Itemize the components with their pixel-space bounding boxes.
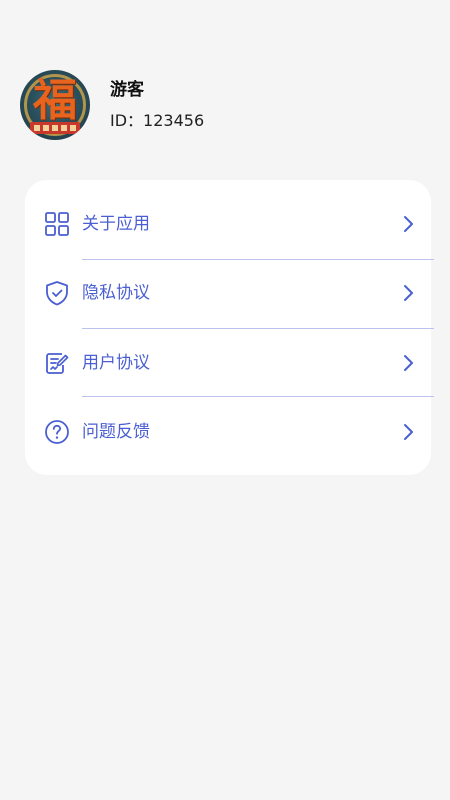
menu-item-label: 用户协议 bbox=[82, 353, 150, 373]
menu-item-privacy-policy[interactable]: 隐私协议 bbox=[25, 268, 431, 318]
avatar-artwork: 福 bbox=[33, 75, 77, 126]
profile-header: 福 游客 ID：123456 bbox=[20, 70, 204, 140]
chevron-right-icon bbox=[404, 424, 413, 440]
chevron-right-icon bbox=[404, 355, 413, 371]
menu-item-label: 问题反馈 bbox=[82, 422, 150, 442]
chevron-right-icon bbox=[404, 285, 413, 301]
menu-item-label: 隐私协议 bbox=[82, 283, 150, 303]
document-edit-icon bbox=[46, 353, 69, 374]
shield-check-icon bbox=[46, 281, 68, 306]
menu-item-feedback[interactable]: 问题反馈 bbox=[25, 407, 431, 457]
menu-item-label: 关于应用 bbox=[82, 214, 150, 234]
question-circle-icon bbox=[45, 420, 69, 444]
grid-apps-icon bbox=[45, 212, 69, 236]
avatar[interactable]: 福 bbox=[20, 70, 90, 140]
menu-divider bbox=[82, 259, 434, 260]
menu-divider bbox=[82, 328, 434, 329]
menu-item-user-agreement[interactable]: 用户协议 bbox=[25, 338, 431, 388]
username: 游客 bbox=[110, 80, 144, 100]
profile-page: 福 游客 ID：123456 关于应用 隐私协议 用户协议 问题反馈 bbox=[0, 0, 450, 800]
menu-divider bbox=[82, 396, 434, 397]
profile-info: 游客 ID：123456 bbox=[110, 78, 204, 132]
settings-menu-card: 关于应用 隐私协议 用户协议 问题反馈 bbox=[25, 180, 434, 475]
avatar-ribbon-pattern bbox=[34, 125, 76, 131]
menu-item-about-app[interactable]: 关于应用 bbox=[25, 199, 431, 249]
chevron-right-icon bbox=[404, 216, 413, 232]
user-id: ID：123456 bbox=[110, 111, 205, 130]
